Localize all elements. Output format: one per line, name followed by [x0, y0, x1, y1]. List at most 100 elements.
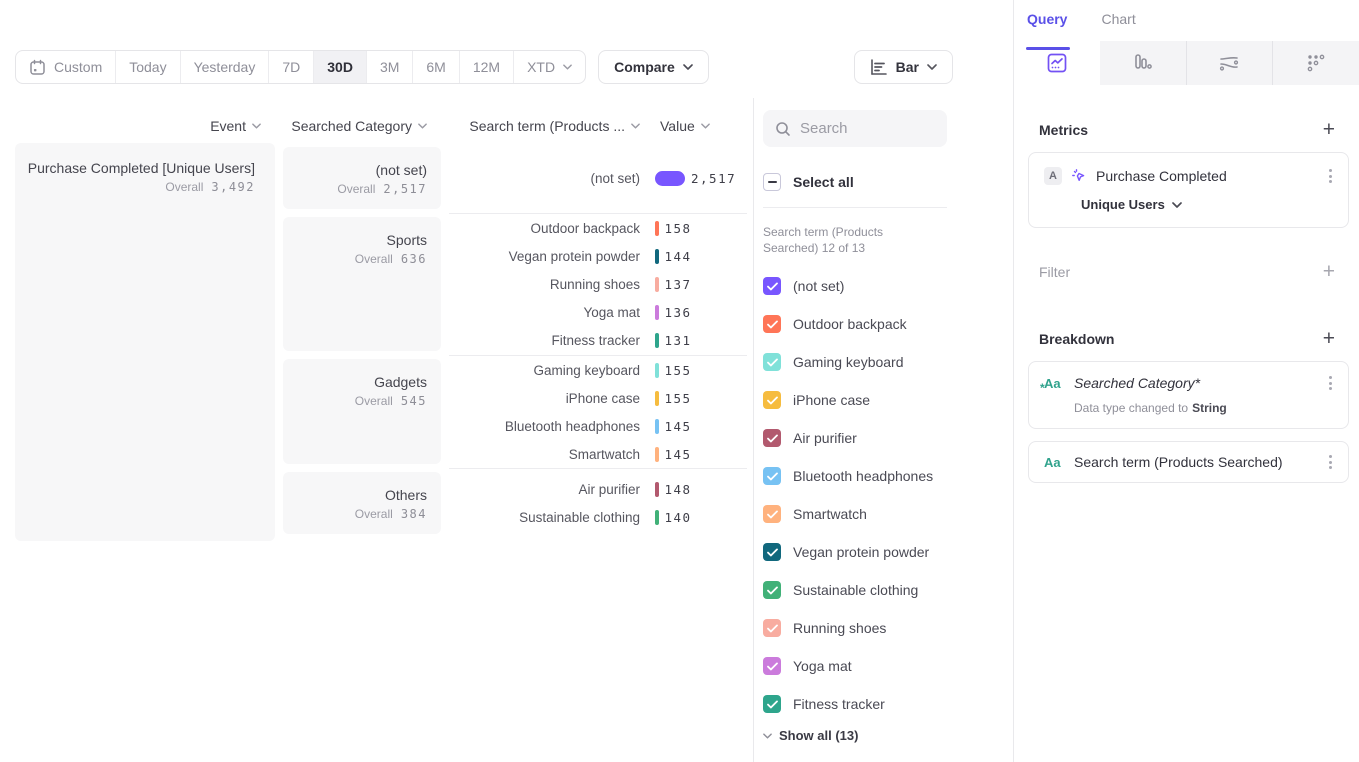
value-number: 158	[665, 221, 692, 236]
term-filter-item[interactable]: Sustainable clothing	[763, 571, 1013, 609]
checkbox-bluetooth-headphones[interactable]	[763, 467, 781, 485]
checkbox-gaming-keyboard[interactable]	[763, 353, 781, 371]
date-range-12m[interactable]: 12M	[459, 51, 513, 83]
term-row[interactable]: iPhone case155	[449, 384, 747, 412]
date-range-custom[interactable]: Custom	[16, 51, 115, 83]
search-input[interactable]	[800, 120, 930, 137]
metric-aggregation-select[interactable]: Unique Users	[1081, 197, 1336, 212]
term-filter-label: Outdoor backpack	[793, 316, 907, 332]
term-label: Running shoes	[449, 277, 640, 292]
breakdown-card[interactable]: AaSearch term (Products Searched)	[1028, 441, 1349, 483]
value-header-label: Value	[660, 118, 695, 134]
metric-card[interactable]: A Purchase Completed Unique Users	[1028, 152, 1349, 228]
checkbox-running-shoes[interactable]	[763, 619, 781, 637]
column-header-category[interactable]: Searched Category	[283, 118, 441, 134]
term-row[interactable]: Air purifier148	[449, 476, 747, 504]
column-header-value[interactable]: Value	[640, 118, 747, 134]
category-cell[interactable]: OthersOverall384	[283, 472, 441, 534]
term-label: Air purifier	[449, 482, 640, 497]
term-filter-panel: Select all Search term (Products Searche…	[753, 98, 1013, 762]
column-header-term[interactable]: Search term (Products ...	[449, 118, 640, 134]
term-row[interactable]: Running shoes137	[449, 271, 747, 299]
select-all-checkbox[interactable]	[763, 173, 781, 191]
term-row[interactable]: Vegan protein powder144	[449, 243, 747, 271]
subtitle-emphasis: String	[1192, 401, 1227, 415]
term-row[interactable]: Gaming keyboard155	[449, 356, 747, 384]
date-range-7d[interactable]: 7D	[268, 51, 313, 83]
breakdown-property-name: Search term (Products Searched)	[1074, 454, 1283, 470]
term-filter-item[interactable]: Running shoes	[763, 609, 1013, 647]
term-filter-item[interactable]: iPhone case	[763, 381, 1013, 419]
term-filter-item[interactable]: (not set)	[763, 267, 1013, 305]
category-cell[interactable]: (not set)Overall2,517	[283, 147, 441, 209]
date-range-today[interactable]: Today	[115, 51, 179, 83]
checkbox-smartwatch[interactable]	[763, 505, 781, 523]
term-filter-item[interactable]: Fitness tracker	[763, 685, 1013, 723]
date-range-label: 6M	[426, 59, 445, 75]
term-row[interactable]: Outdoor backpack158	[449, 215, 747, 243]
checkbox-not-set[interactable]	[763, 277, 781, 295]
flows-icon	[1217, 52, 1241, 74]
kebab-menu-icon[interactable]	[1325, 374, 1336, 392]
tab-retention[interactable]	[1272, 41, 1359, 85]
show-all-toggle[interactable]: Show all (13)	[763, 728, 1013, 743]
term-filter-item[interactable]: Smartwatch	[763, 495, 1013, 533]
category-overall: Overall545	[283, 394, 427, 408]
tab-query[interactable]: Query	[1027, 11, 1067, 41]
term-filter-item[interactable]: Outdoor backpack	[763, 305, 1013, 343]
overall-value: 3,492	[211, 180, 255, 194]
term-row[interactable]: Bluetooth headphones145	[449, 412, 747, 440]
term-filter-item[interactable]: Air purifier	[763, 419, 1013, 457]
date-range-6m[interactable]: 6M	[412, 51, 458, 83]
term-row[interactable]: (not set)2,517	[449, 164, 747, 192]
checkbox-sustainable-clothing[interactable]	[763, 581, 781, 599]
compare-button[interactable]: Compare	[598, 50, 709, 84]
checkbox-fitness-tracker[interactable]	[763, 695, 781, 713]
kebab-menu-icon[interactable]	[1325, 453, 1336, 471]
term-row[interactable]: Smartwatch145	[449, 440, 747, 468]
metric-name: Purchase Completed	[1096, 168, 1227, 184]
term-row[interactable]: Yoga mat136	[449, 299, 747, 327]
term-filter-item[interactable]: Yoga mat	[763, 647, 1013, 685]
select-all-row[interactable]: Select all	[763, 173, 1013, 191]
value-number: 155	[665, 391, 692, 406]
date-range-3m[interactable]: 3M	[366, 51, 412, 83]
term-row[interactable]: Fitness tracker131	[449, 327, 747, 355]
term-label: Fitness tracker	[449, 333, 640, 348]
add-breakdown-button[interactable]: +	[1323, 328, 1335, 349]
category-group: OthersOverall384Air purifier148Sustainab…	[283, 468, 747, 538]
value-bar	[655, 333, 659, 348]
date-range-xtd[interactable]: XTD	[513, 51, 585, 83]
add-filter-button[interactable]: +	[1323, 261, 1335, 282]
subtitle-text: Data type changed to	[1074, 401, 1188, 415]
search-box[interactable]	[763, 110, 947, 147]
checkbox-vegan-protein-powder[interactable]	[763, 543, 781, 561]
add-metric-button[interactable]: +	[1323, 119, 1335, 140]
breakdown-card[interactable]: Aa*Searched Category*Data type changed t…	[1028, 361, 1349, 429]
checkbox-air-purifier[interactable]	[763, 429, 781, 447]
calendar-icon	[29, 59, 46, 76]
column-headers: Event Searched Category Search term (Pro…	[15, 118, 747, 133]
term-filter-item[interactable]: Bluetooth headphones	[763, 457, 1013, 495]
term-row[interactable]: Sustainable clothing140	[449, 504, 747, 532]
date-range-yesterday[interactable]: Yesterday	[180, 51, 269, 83]
checkbox-yoga-mat[interactable]	[763, 657, 781, 675]
kebab-menu-icon[interactable]	[1325, 167, 1336, 185]
category-name: Sports	[283, 231, 427, 249]
checkbox-outdoor-backpack[interactable]	[763, 315, 781, 333]
tab-chart[interactable]: Chart	[1101, 11, 1135, 41]
term-filter-item[interactable]: Vegan protein powder	[763, 533, 1013, 571]
chevron-down-icon	[563, 64, 572, 70]
date-range-30d[interactable]: 30D	[313, 51, 366, 83]
column-header-event[interactable]: Event	[15, 118, 275, 134]
event-cell[interactable]: Purchase Completed [Unique Users] Overal…	[15, 143, 275, 541]
term-filter-label: Air purifier	[793, 430, 857, 446]
category-cell[interactable]: SportsOverall636	[283, 217, 441, 351]
category-cell[interactable]: GadgetsOverall545	[283, 359, 441, 464]
tab-funnels[interactable]	[1100, 41, 1186, 85]
tab-flows[interactable]	[1186, 41, 1273, 85]
term-filter-item[interactable]: Gaming keyboard	[763, 343, 1013, 381]
chart-type-select[interactable]: Bar	[854, 50, 953, 84]
checkbox-iphone-case[interactable]	[763, 391, 781, 409]
term-label: Sustainable clothing	[449, 510, 640, 525]
